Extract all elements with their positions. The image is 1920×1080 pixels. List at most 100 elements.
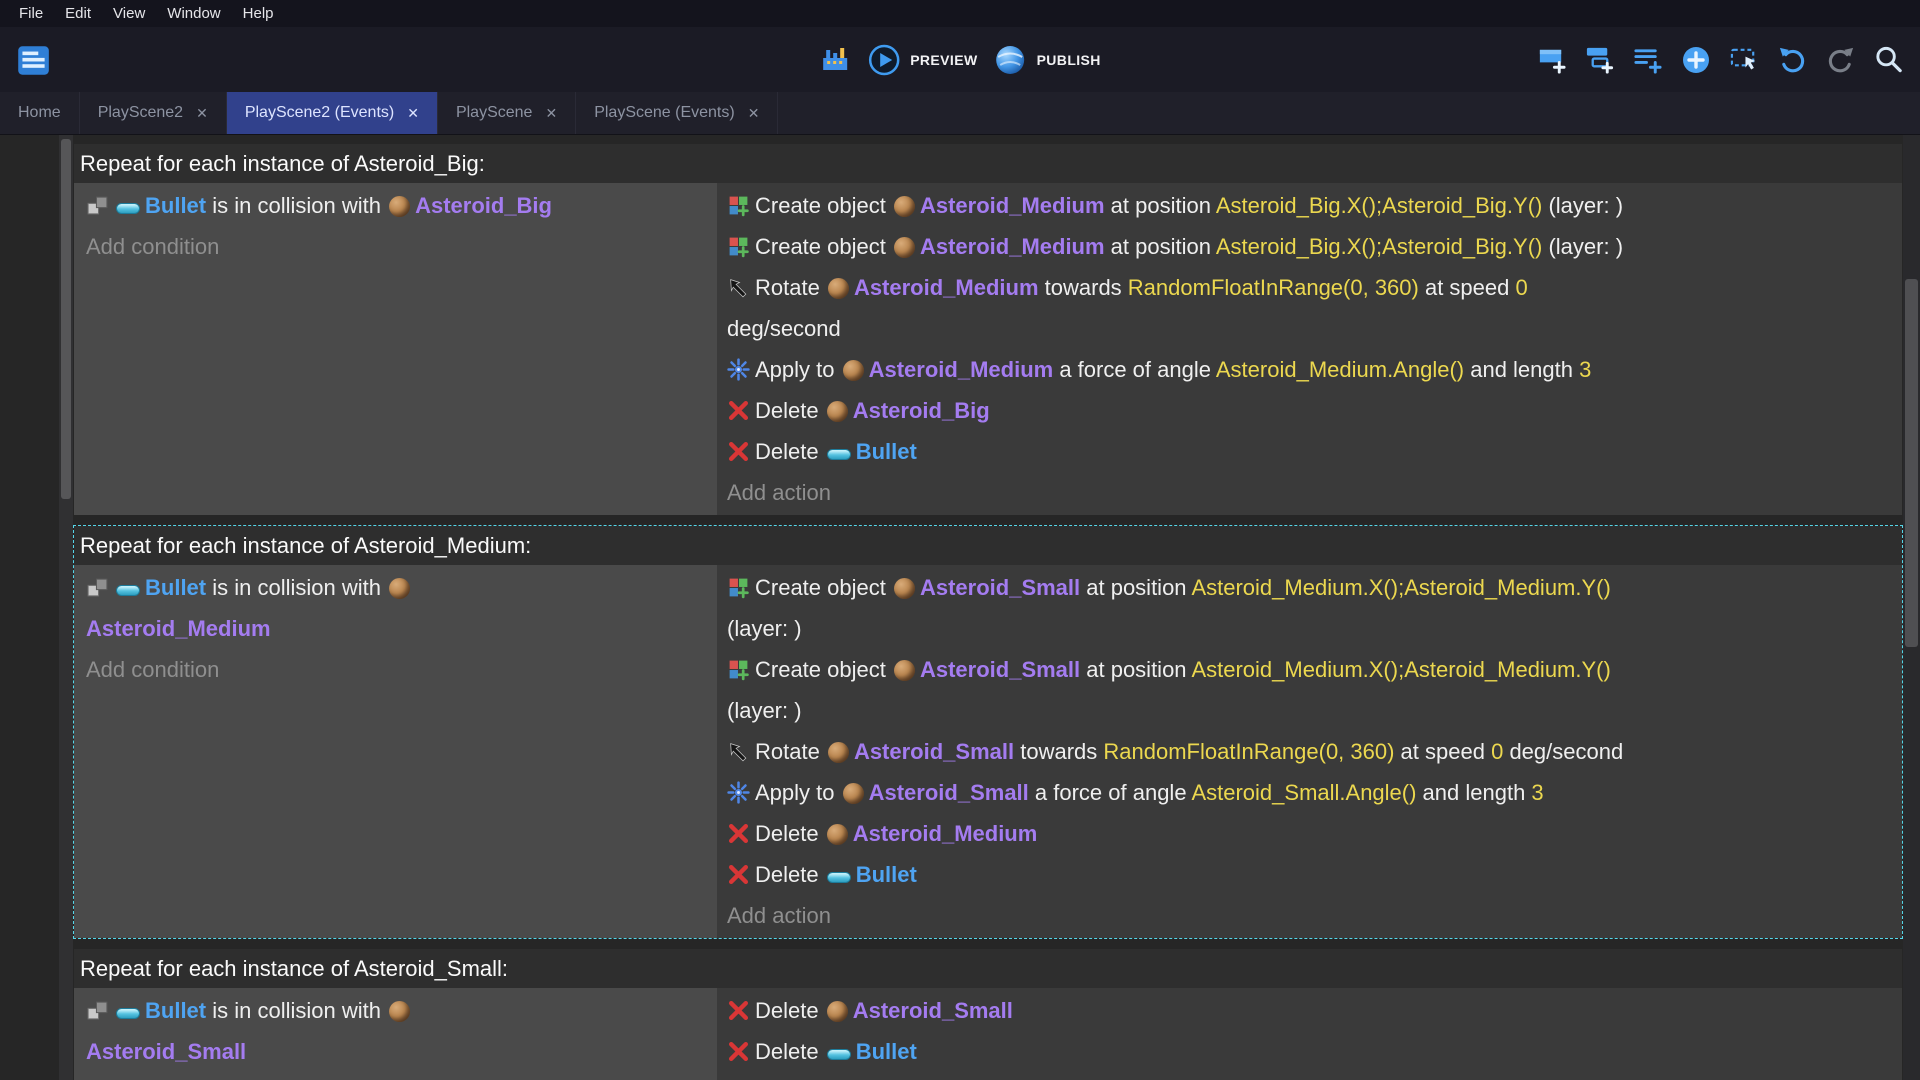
menu-item-window[interactable]: Window xyxy=(156,0,231,27)
action-row[interactable]: Create object Asteroid_Medium at positio… xyxy=(727,226,1894,267)
action-row[interactable]: Delete Asteroid_Big xyxy=(727,390,1894,431)
menu-item-edit[interactable]: Edit xyxy=(54,0,102,27)
action-row[interactable]: Delete Asteroid_Small xyxy=(727,990,1894,1031)
redo-button[interactable] xyxy=(1825,44,1856,75)
right-scrollbar[interactable] xyxy=(1903,135,1920,1080)
conditions-column: Bullet is in collision with Asteroid_Med… xyxy=(74,565,717,938)
instruction-text: deg/second xyxy=(727,316,841,341)
publish-globe-icon xyxy=(996,45,1025,74)
instruction-text: is in collision with xyxy=(206,575,388,600)
action-row[interactable]: Delete Bullet xyxy=(727,1031,1894,1072)
action-row[interactable]: Apply to Asteroid_Small a force of angle… xyxy=(727,772,1894,813)
asteroid-sprite-icon xyxy=(389,578,411,599)
menu-item-help[interactable]: Help xyxy=(232,0,285,27)
add-subevent-button[interactable] xyxy=(1584,44,1615,75)
tab-close-icon[interactable]: ✕ xyxy=(196,105,208,122)
event-block[interactable]: Repeat for each instance of Asteroid_Big… xyxy=(73,143,1903,516)
tab-playscene2-events[interactable]: PlayScene2 (Events) ✕ xyxy=(226,92,438,134)
preview-button[interactable]: PREVIEW xyxy=(867,43,977,77)
instruction-text: Create object xyxy=(755,193,892,218)
add-subevent-icon xyxy=(1586,47,1614,74)
action-row[interactable]: Rotate Asteroid_Medium towards RandomFlo… xyxy=(727,267,1894,349)
expression: RandomFloatInRange(0, 360) xyxy=(1127,275,1419,300)
add-circle-button[interactable] xyxy=(1680,44,1712,76)
instruction-text: Delete xyxy=(755,821,825,846)
publish-button[interactable]: PUBLISH xyxy=(994,43,1101,77)
rotate-icon xyxy=(727,276,750,299)
event-block[interactable]: Repeat for each instance of Asteroid_Sma… xyxy=(73,948,1903,1080)
build-button[interactable] xyxy=(819,44,851,76)
delete-icon xyxy=(727,399,750,422)
add-comment-button[interactable] xyxy=(1632,44,1663,75)
tab-bar: Home PlayScene2 ✕ PlayScene2 (Events) ✕ PlayS… xyxy=(0,92,1920,135)
right-scrollbar-thumb[interactable] xyxy=(1905,279,1918,647)
instruction-text: at position xyxy=(1080,575,1192,600)
choose-event-icon xyxy=(1730,48,1756,70)
asteroid-sprite-icon xyxy=(893,660,915,681)
instruction-text: deg/second xyxy=(1503,739,1624,764)
build-icon xyxy=(823,47,848,70)
tab-playscene[interactable]: PlayScene ✕ xyxy=(438,92,577,134)
add-condition-button[interactable]: Add condition xyxy=(86,226,709,267)
project-manager-icon xyxy=(18,45,49,75)
asteroid-sprite-icon xyxy=(827,742,849,763)
project-manager-button[interactable] xyxy=(14,41,52,79)
event-block[interactable]: Repeat for each instance of Asteroid_Med… xyxy=(73,525,1903,939)
collision-icon xyxy=(86,576,109,599)
delete-icon xyxy=(727,440,750,463)
asteroid-sprite-icon xyxy=(826,824,848,845)
instruction-text: Delete xyxy=(755,398,825,423)
add-event-button[interactable] xyxy=(1536,44,1567,75)
action-row[interactable]: Rotate Asteroid_Small towards RandomFloa… xyxy=(727,731,1894,772)
instruction-text: (layer: ) xyxy=(727,698,802,723)
actions-column: Create object Asteroid_Small at position… xyxy=(717,565,1902,938)
add-action-button[interactable]: Add action xyxy=(727,1072,1894,1080)
conditions-column: Bullet is in collision with Asteroid_Sma… xyxy=(74,988,717,1080)
action-row[interactable]: Create object Asteroid_Medium at positio… xyxy=(727,185,1894,226)
add-action-button[interactable]: Add action xyxy=(727,472,1894,513)
tab-close-icon[interactable]: ✕ xyxy=(407,105,419,122)
menu-item-file[interactable]: File xyxy=(8,0,54,27)
event-header[interactable]: Repeat for each instance of Asteroid_Big… xyxy=(74,144,1902,183)
menu-item-view[interactable]: View xyxy=(102,0,156,27)
event-header[interactable]: Repeat for each instance of Asteroid_Sma… xyxy=(74,949,1902,988)
asteroid-sprite-icon xyxy=(826,1001,848,1022)
add-action-button[interactable]: Add action xyxy=(727,895,1894,936)
left-scrollbar-thumb[interactable] xyxy=(61,139,71,499)
action-row[interactable]: Apply to Asteroid_Medium a force of angl… xyxy=(727,349,1894,390)
action-row[interactable]: Create object Asteroid_Small at position… xyxy=(727,649,1894,731)
action-row[interactable]: Create object Asteroid_Small at position… xyxy=(727,567,1894,649)
action-row[interactable]: Delete Asteroid_Medium xyxy=(727,813,1894,854)
instruction-text: (layer: ) xyxy=(727,616,802,641)
tab-close-icon[interactable]: ✕ xyxy=(748,105,760,122)
action-row[interactable]: Delete Bullet xyxy=(727,854,1894,895)
search-button[interactable] xyxy=(1873,44,1904,75)
instruction-text: Create object xyxy=(755,234,892,259)
condition-row[interactable]: Bullet is in collision with Asteroid_Sma… xyxy=(86,990,709,1072)
add-condition-button[interactable]: Add condition xyxy=(86,1072,709,1080)
tab-label: PlayScene2 (Events) xyxy=(244,104,395,121)
toolbar-right xyxy=(1536,44,1904,76)
create-icon xyxy=(727,235,750,258)
add-condition-button[interactable]: Add condition xyxy=(86,649,709,690)
expression: Asteroid_Medium.X();Asteroid_Medium.Y() xyxy=(1191,575,1611,600)
tab-home[interactable]: Home xyxy=(0,92,80,134)
object-name: Asteroid_Small xyxy=(919,657,1081,682)
left-scrollbar[interactable] xyxy=(59,135,73,1080)
undo-button[interactable] xyxy=(1777,44,1808,75)
tab-playscene2[interactable]: PlayScene2 ✕ xyxy=(80,92,227,134)
delete-icon xyxy=(727,863,750,886)
object-name: Asteroid_Medium xyxy=(852,821,1038,846)
event-header[interactable]: Repeat for each instance of Asteroid_Med… xyxy=(74,526,1902,565)
instruction-text: (layer: ) xyxy=(1542,234,1624,259)
condition-row[interactable]: Bullet is in collision with Asteroid_Med… xyxy=(86,567,709,649)
instruction-text: at position xyxy=(1080,657,1192,682)
tab-playscene-events[interactable]: PlayScene (Events) ✕ xyxy=(576,92,779,134)
choose-event-button[interactable] xyxy=(1729,44,1760,75)
object-name: Bullet xyxy=(855,1039,917,1064)
condition-row[interactable]: Bullet is in collision with Asteroid_Big xyxy=(86,185,709,226)
preview-play-icon xyxy=(868,44,900,75)
expression: 3 xyxy=(1579,357,1592,382)
action-row[interactable]: Delete Bullet xyxy=(727,431,1894,472)
tab-close-icon[interactable]: ✕ xyxy=(545,105,557,122)
